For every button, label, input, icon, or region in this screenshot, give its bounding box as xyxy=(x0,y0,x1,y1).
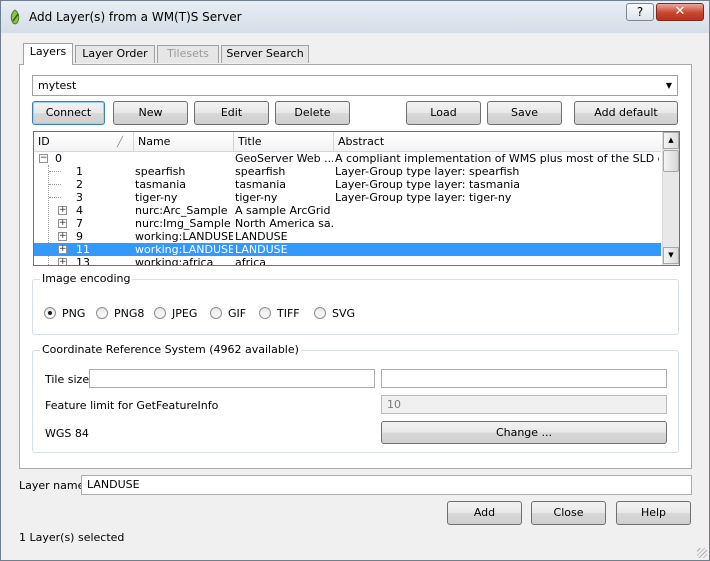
table-row[interactable]: 2 tasmania tasmania Layer-Group type lay… xyxy=(34,178,661,191)
crs-title: Coordinate Reference System (4962 availa… xyxy=(40,343,301,356)
save-connections-button[interactable]: Save xyxy=(487,101,562,125)
status-text: 1 Layer(s) selected xyxy=(19,531,125,544)
image-encoding-group: Image encoding PNG PNG8 JPEG GIF TIFF SV… xyxy=(32,272,679,335)
delete-connection-button[interactable]: Delete xyxy=(275,101,350,125)
radio-icon[interactable] xyxy=(259,307,271,319)
close-icon[interactable]: ✕ xyxy=(656,3,704,21)
table-row[interactable]: − 0 GeoServer Web ... A compliant implem… xyxy=(34,152,661,165)
scroll-down-icon[interactable]: ▼ xyxy=(663,247,679,264)
add-wms-layer-dialog: Add Layer(s) from a WM(T)S Server ? ✕ La… xyxy=(0,0,710,561)
table-row-selected[interactable]: + 11 working:LANDUSE2 LANDUSE xyxy=(34,243,661,256)
column-header-name[interactable]: Name xyxy=(134,132,234,152)
tab-layers[interactable]: Layers xyxy=(23,43,73,65)
tab-layer-order[interactable]: Layer Order xyxy=(75,45,155,63)
tile-height-input[interactable] xyxy=(381,369,667,388)
radio-icon[interactable] xyxy=(154,307,166,319)
tile-size-label: Tile size xyxy=(45,373,90,386)
window-title: Add Layer(s) from a WM(T)S Server xyxy=(29,10,242,24)
table-row[interactable]: + 4 nurc:Arc_Sample A sample ArcGrid ... xyxy=(34,204,661,217)
help-button[interactable]: Help xyxy=(616,501,691,525)
tab-server-search[interactable]: Server Search xyxy=(221,45,309,63)
layer-tree-header: ID ╱ Name Title Abstract xyxy=(34,132,661,152)
server-connection-select[interactable]: mytest ▼ xyxy=(32,75,678,96)
column-header-id[interactable]: ID ╱ xyxy=(34,132,134,152)
scroll-thumb[interactable] xyxy=(663,150,679,172)
feature-limit-input: 10 xyxy=(381,395,667,414)
chevron-down-icon[interactable]: ▼ xyxy=(661,76,677,95)
table-row[interactable]: + 13 working:africa africa xyxy=(34,256,661,265)
server-connection-value: mytest xyxy=(38,79,77,92)
tree-branch-line xyxy=(49,184,61,185)
radio-checked-icon[interactable] xyxy=(44,307,56,319)
qgis-icon xyxy=(10,9,20,25)
layer-tree-scrollbar[interactable]: ▲ ▼ xyxy=(662,132,679,265)
table-row[interactable]: + 7 nurc:Img_Sample North America sa... xyxy=(34,217,661,230)
radio-icon[interactable] xyxy=(96,307,108,319)
image-encoding-title: Image encoding xyxy=(40,272,133,285)
title-bar[interactable]: Add Layer(s) from a WM(T)S Server ? ✕ xyxy=(1,1,709,33)
radio-icon[interactable] xyxy=(314,307,326,319)
crs-group: Coordinate Reference System (4962 availa… xyxy=(32,343,679,453)
expand-icon[interactable]: + xyxy=(58,206,67,215)
layers-tab-panel: mytest ▼ Connect New Edit Delete Load Sa… xyxy=(19,64,692,469)
tab-tilesets: Tilesets xyxy=(157,45,219,63)
tree-branch-line xyxy=(49,197,61,198)
resize-grip-icon[interactable] xyxy=(697,548,707,558)
layer-tree[interactable]: ID ╱ Name Title Abstract − 0 GeoServer W… xyxy=(33,131,680,266)
change-crs-button[interactable]: Change ... xyxy=(381,421,667,444)
table-row[interactable]: 1 spearfish spearfish Layer-Group type l… xyxy=(34,165,661,178)
add-default-servers-button[interactable]: Add default servers xyxy=(574,101,678,141)
tile-width-input[interactable] xyxy=(89,369,375,388)
crs-name-label: WGS 84 xyxy=(45,427,89,440)
table-row[interactable]: + 9 working:LANDUSE LANDUSE xyxy=(34,230,661,243)
expand-icon[interactable]: + xyxy=(58,219,67,228)
expand-icon[interactable]: + xyxy=(58,245,67,254)
table-row[interactable]: 3 tiger-ny tiger-ny Layer-Group type lay… xyxy=(34,191,661,204)
layer-tree-body: − 0 GeoServer Web ... A compliant implem… xyxy=(34,152,661,265)
help-icon[interactable]: ? xyxy=(626,3,654,21)
expand-icon[interactable]: + xyxy=(58,232,67,241)
layer-name-label: Layer name xyxy=(19,479,85,492)
column-header-abstract[interactable]: Abstract xyxy=(334,132,661,152)
add-button[interactable]: Add xyxy=(447,501,522,525)
expand-icon[interactable]: + xyxy=(58,258,67,265)
layer-name-input[interactable]: LANDUSE xyxy=(81,475,692,495)
edit-connection-button[interactable]: Edit xyxy=(194,101,269,125)
feature-limit-label: Feature limit for GetFeatureInfo xyxy=(45,399,219,412)
sort-indicator-icon: ╱ xyxy=(117,137,124,148)
radio-icon[interactable] xyxy=(210,307,222,319)
tree-branch-line xyxy=(49,171,61,172)
connect-button[interactable]: Connect xyxy=(32,101,105,125)
scroll-up-icon[interactable]: ▲ xyxy=(663,132,679,149)
new-connection-button[interactable]: New xyxy=(113,101,188,125)
collapse-icon[interactable]: − xyxy=(39,154,48,163)
close-button[interactable]: Close xyxy=(531,501,606,525)
load-connections-button[interactable]: Load xyxy=(406,101,481,125)
column-header-title[interactable]: Title xyxy=(234,132,334,152)
